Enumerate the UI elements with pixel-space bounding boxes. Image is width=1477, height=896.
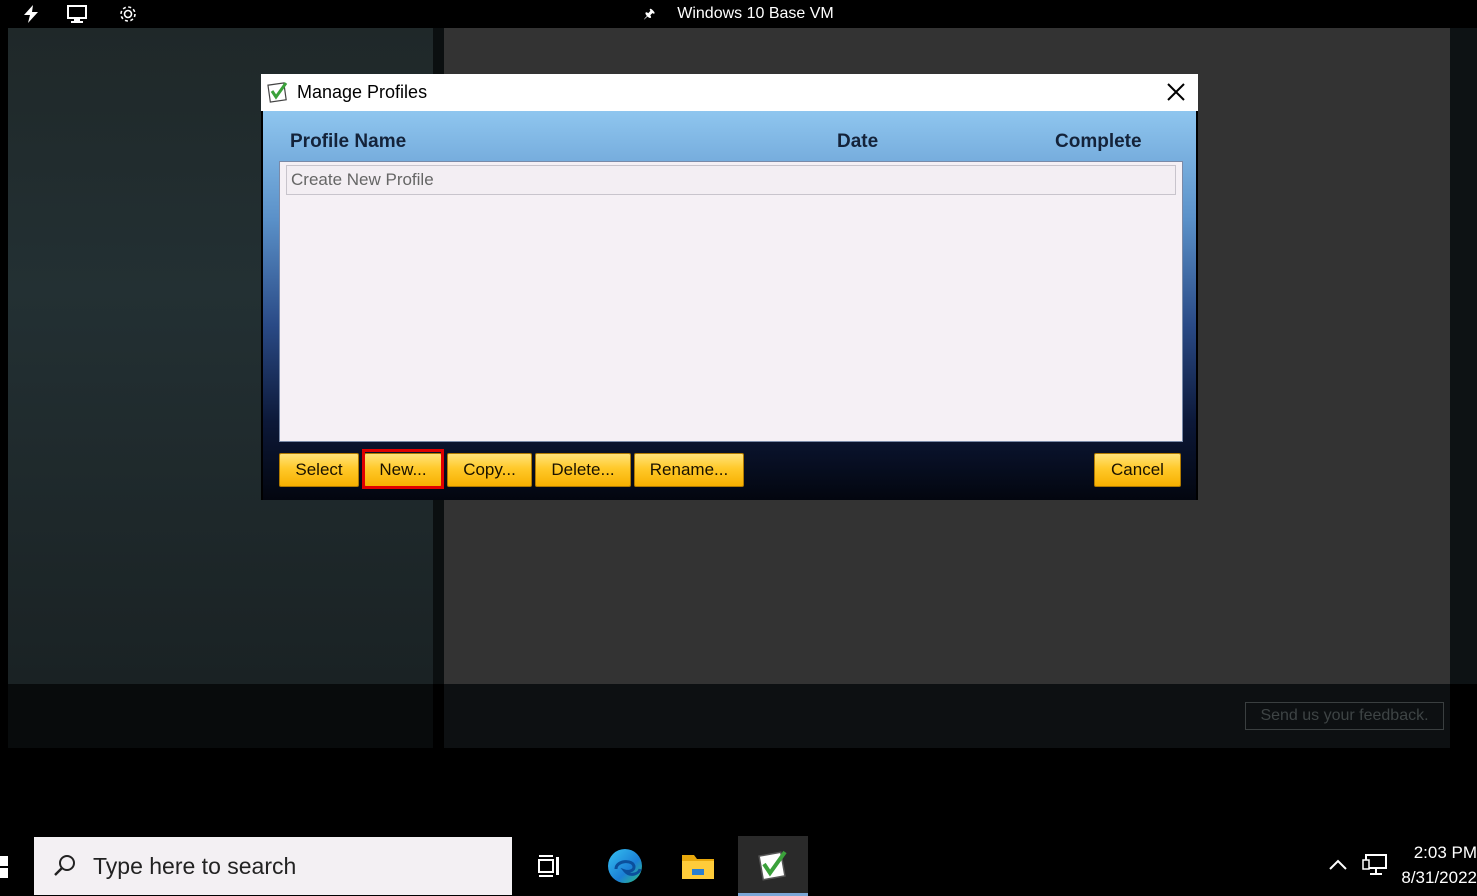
column-header-profile-name[interactable]: Profile Name <box>290 131 406 153</box>
profile-list[interactable]: Create New Profile <box>279 161 1183 442</box>
pin-icon[interactable]: 🖈 <box>643 6 655 21</box>
taskbar-search-box[interactable]: Type here to search <box>34 837 512 895</box>
system-clock[interactable]: 2:03 PM 8/31/2022 <box>1396 840 1477 890</box>
dialog-title: Manage Profiles <box>297 82 428 102</box>
delete-button[interactable]: Delete... <box>535 453 631 487</box>
clock-time: 2:03 PM <box>1413 843 1477 862</box>
close-icon[interactable] <box>1164 80 1188 104</box>
column-header-complete[interactable]: Complete <box>1055 131 1142 153</box>
feedback-button[interactable]: Send us your feedback. <box>1245 702 1444 730</box>
vm-toolbar: 🖈 Windows 10 Base VM <box>0 0 1477 28</box>
file-explorer-icon[interactable] <box>668 836 728 896</box>
column-header-date[interactable]: Date <box>837 131 878 153</box>
windows-start-icon[interactable] <box>0 856 10 878</box>
profile-app-icon <box>266 80 290 104</box>
taskbar: Type here to search 2:03 PM 8/31/2022 <box>0 836 1477 896</box>
rename-button[interactable]: Rename... <box>634 453 744 487</box>
copy-button[interactable]: Copy... <box>447 453 532 487</box>
list-item-create-new-profile[interactable]: Create New Profile <box>286 165 1176 195</box>
search-icon <box>52 853 78 879</box>
background-footer-left <box>8 684 433 748</box>
dialog-titlebar: Manage Profiles <box>261 74 1198 111</box>
network-icon[interactable] <box>1362 852 1390 878</box>
background-right-strip <box>1450 28 1477 684</box>
manage-profiles-dialog: Manage Profiles Profile Name Date Comple… <box>261 74 1198 500</box>
clock-date: 8/31/2022 <box>1401 868 1477 887</box>
vm-title: 🖈 Windows 10 Base VM <box>643 5 834 22</box>
dialog-body: Profile Name Date Complete Create New Pr… <box>263 111 1196 500</box>
new-button-highlight <box>362 449 444 489</box>
cancel-button[interactable]: Cancel <box>1094 453 1181 487</box>
edge-icon[interactable] <box>595 836 655 896</box>
select-button[interactable]: Select <box>279 453 359 487</box>
chevron-up-icon[interactable] <box>1327 854 1349 876</box>
taskbar-profile-app-icon[interactable] <box>738 836 808 896</box>
search-placeholder: Type here to search <box>93 853 297 879</box>
task-view-icon[interactable] <box>519 836 579 896</box>
